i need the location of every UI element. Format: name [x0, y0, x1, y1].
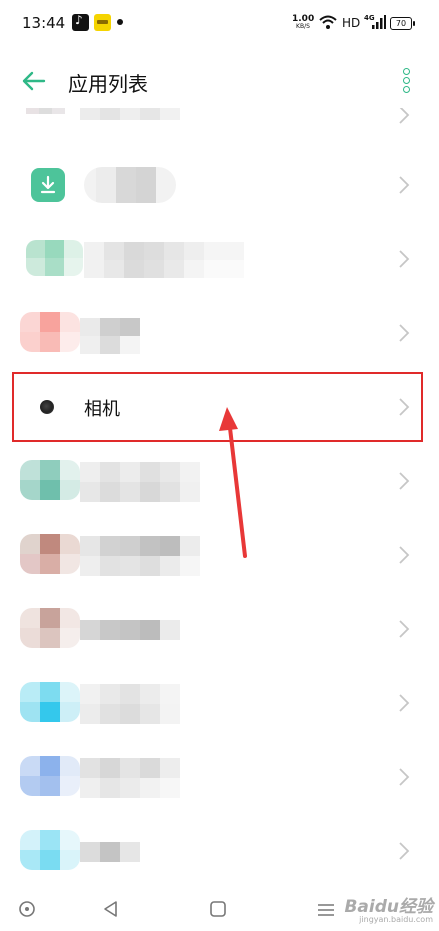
app-notification-icon	[94, 14, 111, 31]
app-icon	[20, 460, 80, 500]
app-icon	[20, 312, 80, 352]
chevron-right-icon	[399, 694, 410, 712]
chevron-right-icon	[399, 546, 410, 564]
app-icon	[20, 534, 80, 574]
network-speed: 1.00 KB/S	[292, 15, 314, 31]
chevron-right-icon	[399, 842, 410, 860]
app-name-blurred	[84, 167, 176, 203]
nav-back-icon[interactable]	[102, 900, 120, 918]
app-list-item[interactable]	[0, 740, 439, 814]
app-name-blurred	[80, 684, 180, 724]
back-arrow-icon[interactable]	[18, 67, 48, 95]
more-options-icon[interactable]	[396, 68, 416, 98]
title-bar: 应用列表	[0, 50, 439, 112]
app-list-item[interactable]	[0, 222, 439, 296]
app-icon	[20, 830, 80, 870]
app-list-item[interactable]	[0, 444, 439, 518]
status-bar: 13:44 1.00 KB/S HD 4G 70	[0, 0, 439, 50]
app-list-item[interactable]	[0, 592, 439, 666]
watermark-brand: Baidu经验	[344, 897, 433, 917]
app-name-blurred	[80, 108, 180, 120]
navigation-bar: Baidu经验 jingyan.baidu.com	[0, 888, 439, 931]
camera-icon	[40, 400, 54, 414]
app-name-camera: 相机	[84, 399, 120, 420]
app-list-item[interactable]	[0, 518, 439, 592]
app-list[interactable]: 相机	[0, 108, 439, 888]
app-name-blurred	[80, 758, 180, 798]
download-icon	[31, 168, 65, 202]
hd-indicator: HD	[342, 16, 361, 30]
app-list-item[interactable]	[0, 814, 439, 888]
chevron-right-icon	[399, 250, 410, 268]
app-name-blurred	[80, 842, 140, 862]
app-icon	[26, 108, 65, 114]
app-list-item-camera[interactable]: 相机	[0, 370, 439, 444]
app-icon	[20, 682, 80, 722]
more-notifications-dot-icon	[117, 19, 123, 25]
battery-icon: 70	[390, 17, 415, 30]
status-time: 13:44	[22, 14, 66, 32]
chevron-right-icon	[399, 398, 410, 416]
chevron-right-icon	[399, 768, 410, 786]
chevron-right-icon	[399, 620, 410, 638]
app-list-item[interactable]	[0, 666, 439, 740]
tiktok-notification-icon	[72, 13, 89, 31]
wifi-icon	[319, 15, 337, 29]
network-speed-unit: KB/S	[296, 23, 310, 30]
page-title: 应用列表	[68, 72, 148, 96]
watermark: Baidu经验 jingyan.baidu.com	[344, 892, 433, 924]
app-icon	[20, 608, 80, 648]
chevron-right-icon	[399, 472, 410, 490]
app-list-item[interactable]	[0, 108, 439, 152]
app-name-blurred	[80, 462, 200, 502]
chevron-right-icon	[399, 108, 410, 124]
app-name-blurred	[80, 536, 200, 576]
app-name-blurred	[84, 242, 244, 278]
battery-level: 70	[395, 19, 407, 28]
app-list-item[interactable]	[0, 148, 439, 222]
assistant-dot-icon[interactable]	[18, 900, 36, 918]
app-list-item[interactable]	[0, 296, 439, 370]
nav-home-icon[interactable]	[209, 900, 227, 918]
app-icon	[26, 240, 83, 276]
network-speed-value: 1.00	[292, 14, 315, 24]
chevron-right-icon	[399, 176, 410, 194]
app-name-blurred	[80, 318, 140, 354]
app-name-blurred	[80, 620, 180, 640]
app-icon	[20, 756, 80, 796]
chevron-right-icon	[399, 324, 410, 342]
nav-recent-icon[interactable]	[317, 902, 335, 918]
